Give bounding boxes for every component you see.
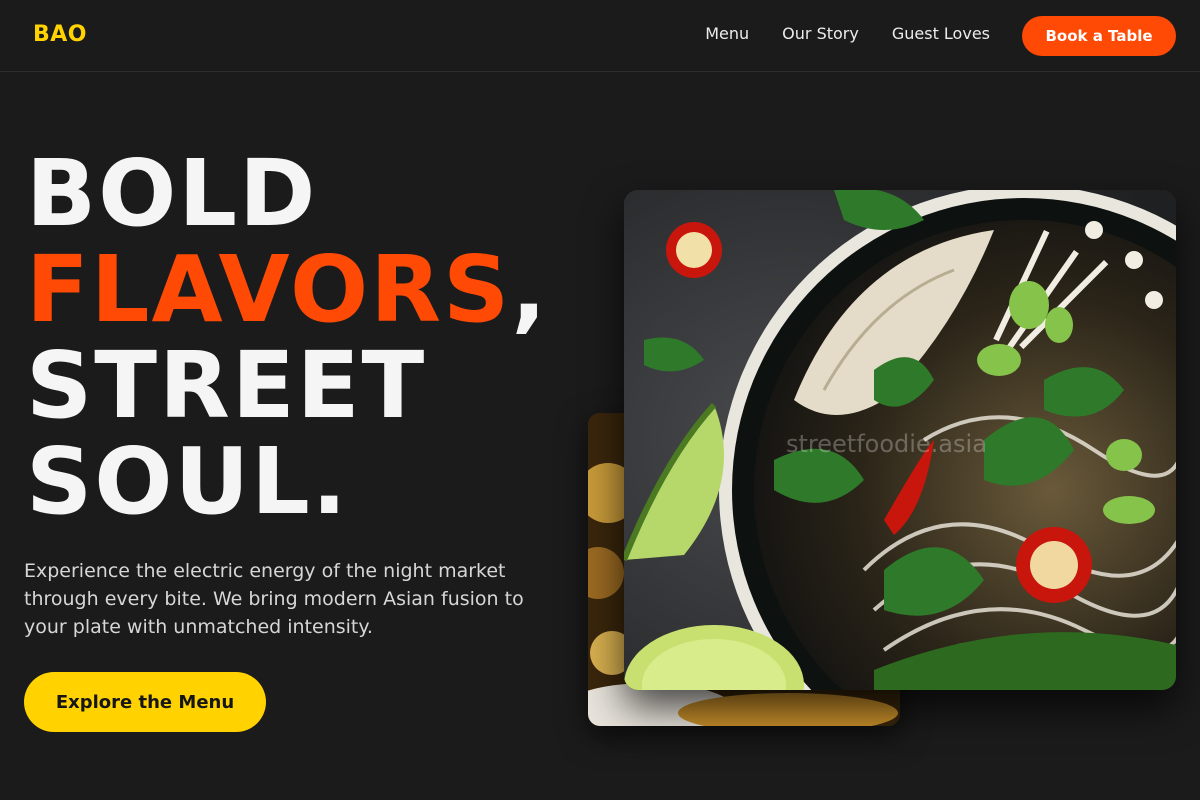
pho-bowl-illustration (624, 190, 1176, 690)
brand-logo[interactable]: BAO (33, 22, 87, 47)
headline-line-4: SOUL. (26, 428, 349, 535)
headline-accent-word: FLAVORS (26, 236, 512, 343)
nav-item-our-story[interactable]: Our Story (782, 24, 859, 43)
headline-comma: , (511, 236, 549, 343)
site-header: BAO Menu Our Story Guest Loves Book a Ta… (0, 0, 1200, 72)
hero-subtext: Experience the electric energy of the ni… (24, 560, 524, 638)
headline-line-3: STREET (26, 332, 427, 439)
nav-item-guest-loves[interactable]: Guest Loves (892, 24, 990, 43)
explore-menu-button[interactable]: Explore the Menu (24, 672, 266, 732)
headline-line-1: BOLD (26, 140, 318, 247)
hero-headline: BOLD FLAVORS, STREET SOUL. (26, 146, 548, 530)
main-nav: Menu Our Story Guest Loves (705, 24, 990, 43)
main-food-image (624, 190, 1176, 690)
headline-line-2: FLAVORS, (26, 242, 548, 338)
nav-item-menu[interactable]: Menu (705, 24, 749, 43)
book-table-button[interactable]: Book a Table (1022, 16, 1176, 56)
